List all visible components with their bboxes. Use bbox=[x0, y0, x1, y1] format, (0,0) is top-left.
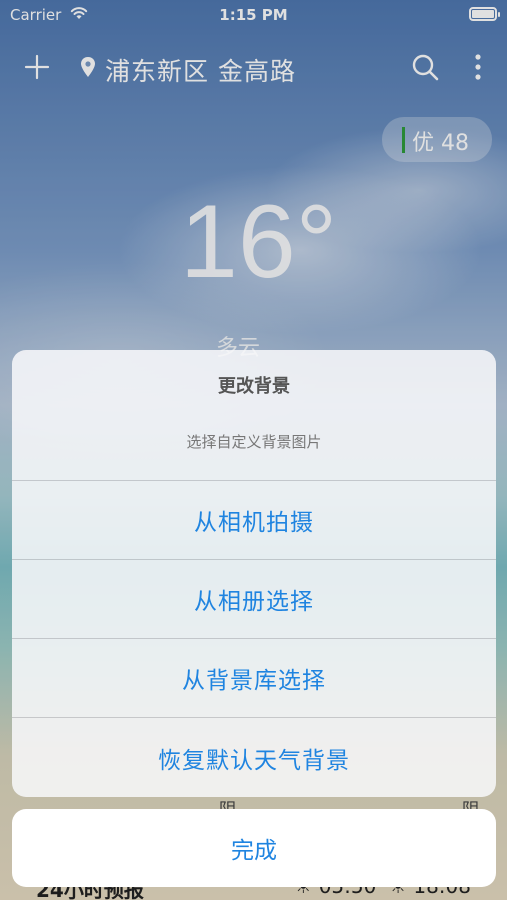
action-sheet-title: 更改背景 bbox=[218, 376, 290, 397]
choose-from-album-button[interactable]: 从相册选择 bbox=[12, 560, 496, 639]
action-sheet-message: 选择自定义背景图片 bbox=[186, 433, 322, 451]
action-sheet: 更改背景 选择自定义背景图片 从相机拍摄 从相册选择 从背景库选择 恢复默认天气… bbox=[12, 350, 496, 797]
action-sheet-header: 更改背景 选择自定义背景图片 bbox=[12, 350, 496, 481]
done-button[interactable]: 完成 bbox=[12, 809, 496, 887]
choose-from-library-button[interactable]: 从背景库选择 bbox=[12, 639, 496, 718]
restore-default-background-button[interactable]: 恢复默认天气背景 bbox=[12, 718, 496, 797]
take-photo-button[interactable]: 从相机拍摄 bbox=[12, 481, 496, 560]
